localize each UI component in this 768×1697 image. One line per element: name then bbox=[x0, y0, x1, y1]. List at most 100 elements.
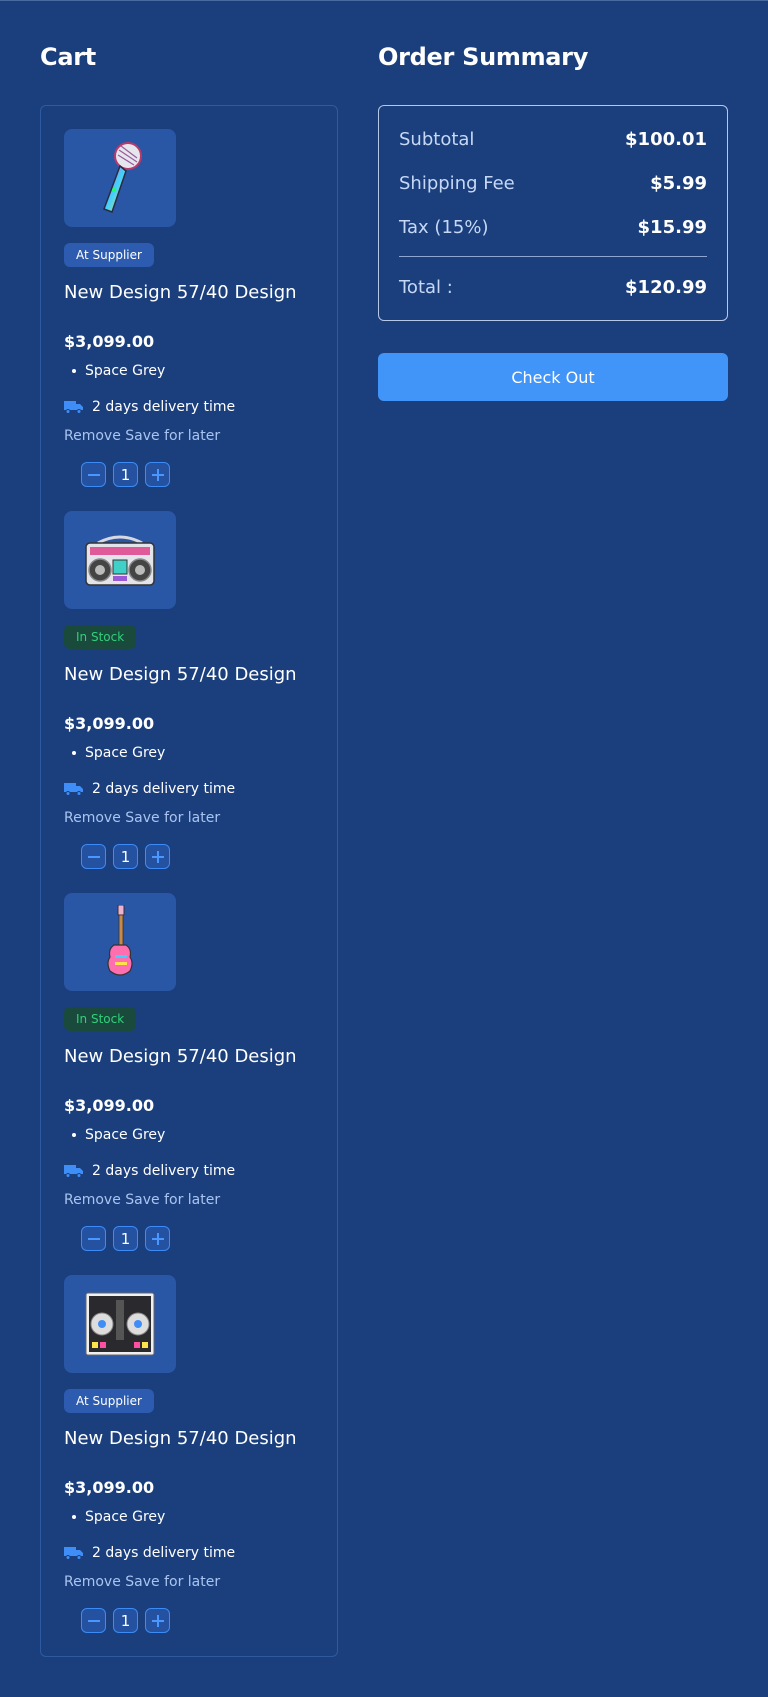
product-color-label: Space Grey bbox=[85, 363, 166, 379]
delivery-label: 2 days delivery time bbox=[92, 1545, 236, 1561]
delivery-info: 2 days delivery time bbox=[64, 1545, 235, 1561]
minus-icon bbox=[87, 473, 100, 476]
increase-quantity-button[interactable] bbox=[145, 1608, 170, 1633]
truck-icon bbox=[64, 1547, 83, 1560]
availability-badge: At Supplier bbox=[64, 243, 154, 267]
plus-icon bbox=[151, 850, 164, 863]
quantity-stepper: 1 bbox=[81, 844, 170, 869]
increase-quantity-button[interactable] bbox=[145, 844, 170, 869]
cart-item: In Stock New Design 57/40 Design $3,099.… bbox=[64, 893, 324, 1263]
total-value: $120.99 bbox=[625, 277, 707, 298]
item-actions: Remove Save for later bbox=[64, 1192, 220, 1208]
shipping-row: Shipping Fee $5.99 bbox=[399, 173, 707, 194]
bullet-icon bbox=[72, 1133, 76, 1137]
boombox-icon bbox=[85, 535, 155, 586]
order-summary-title: Order Summary bbox=[378, 43, 589, 71]
item-actions: Remove Save for later bbox=[64, 1574, 220, 1590]
total-label: Total : bbox=[399, 277, 453, 298]
cart-item: In Stock New Design 57/40 Design $3,099.… bbox=[64, 511, 324, 881]
product-color: Space Grey bbox=[72, 745, 165, 761]
increase-quantity-button[interactable] bbox=[145, 1226, 170, 1251]
cart-page: Cart Order Summary At Supplier New Desig… bbox=[0, 0, 768, 1697]
quantity-value[interactable]: 1 bbox=[113, 1226, 138, 1251]
product-color-label: Space Grey bbox=[85, 1509, 166, 1525]
product-price: $3,099.00 bbox=[64, 332, 155, 351]
cart-title: Cart bbox=[40, 43, 96, 71]
plus-icon bbox=[151, 1614, 164, 1627]
decrease-quantity-button[interactable] bbox=[81, 462, 106, 487]
decrease-quantity-button[interactable] bbox=[81, 1226, 106, 1251]
availability-badge: In Stock bbox=[64, 625, 137, 649]
product-color-label: Space Grey bbox=[85, 745, 166, 761]
shipping-value: $5.99 bbox=[650, 173, 707, 194]
product-name[interactable]: New Design 57/40 Design bbox=[64, 1046, 297, 1067]
delivery-label: 2 days delivery time bbox=[92, 1163, 236, 1179]
decrease-quantity-button[interactable] bbox=[81, 1608, 106, 1633]
delivery-label: 2 days delivery time bbox=[92, 781, 236, 797]
plus-icon bbox=[151, 468, 164, 481]
plus-icon bbox=[151, 1232, 164, 1245]
quantity-value[interactable]: 1 bbox=[113, 462, 138, 487]
product-price: $3,099.00 bbox=[64, 714, 155, 733]
summary-divider bbox=[399, 256, 707, 257]
remove-link[interactable]: Remove bbox=[64, 1192, 121, 1208]
product-image[interactable] bbox=[64, 511, 176, 609]
product-image[interactable] bbox=[64, 129, 176, 227]
product-color: Space Grey bbox=[72, 363, 165, 379]
save-for-later-link[interactable]: Save for later bbox=[125, 1192, 220, 1208]
product-price: $3,099.00 bbox=[64, 1096, 155, 1115]
product-color-label: Space Grey bbox=[85, 1127, 166, 1143]
dj-controller-icon bbox=[85, 1292, 155, 1356]
order-summary-box: Subtotal $100.01 Shipping Fee $5.99 Tax … bbox=[378, 105, 728, 321]
remove-link[interactable]: Remove bbox=[64, 428, 121, 444]
remove-link[interactable]: Remove bbox=[64, 1574, 121, 1590]
subtotal-row: Subtotal $100.01 bbox=[399, 129, 707, 150]
tax-row: Tax (15%) $15.99 bbox=[399, 217, 707, 238]
remove-link[interactable]: Remove bbox=[64, 810, 121, 826]
product-color: Space Grey bbox=[72, 1509, 165, 1525]
save-for-later-link[interactable]: Save for later bbox=[125, 428, 220, 444]
product-name[interactable]: New Design 57/40 Design bbox=[64, 1428, 297, 1449]
total-row: Total : $120.99 bbox=[399, 277, 707, 298]
checkout-button[interactable]: Check Out bbox=[378, 353, 728, 401]
truck-icon bbox=[64, 783, 83, 796]
product-price: $3,099.00 bbox=[64, 1478, 155, 1497]
microphone-icon bbox=[103, 142, 142, 213]
product-image[interactable] bbox=[64, 893, 176, 991]
save-for-later-link[interactable]: Save for later bbox=[125, 810, 220, 826]
bullet-icon bbox=[72, 751, 76, 755]
tax-label: Tax (15%) bbox=[399, 217, 489, 238]
quantity-stepper: 1 bbox=[81, 1608, 170, 1633]
cart-item: At Supplier New Design 57/40 Design $3,0… bbox=[64, 129, 324, 499]
decrease-quantity-button[interactable] bbox=[81, 844, 106, 869]
shipping-label: Shipping Fee bbox=[399, 173, 515, 194]
product-name[interactable]: New Design 57/40 Design bbox=[64, 282, 297, 303]
tax-value: $15.99 bbox=[637, 217, 707, 238]
product-name[interactable]: New Design 57/40 Design bbox=[64, 664, 297, 685]
minus-icon bbox=[87, 1237, 100, 1240]
delivery-info: 2 days delivery time bbox=[64, 1163, 235, 1179]
bullet-icon bbox=[72, 369, 76, 373]
cart-items-panel: At Supplier New Design 57/40 Design $3,0… bbox=[40, 105, 338, 1657]
truck-icon bbox=[64, 401, 83, 414]
product-color: Space Grey bbox=[72, 1127, 165, 1143]
minus-icon bbox=[87, 855, 100, 858]
product-image[interactable] bbox=[64, 1275, 176, 1373]
save-for-later-link[interactable]: Save for later bbox=[125, 1574, 220, 1590]
bullet-icon bbox=[72, 1515, 76, 1519]
increase-quantity-button[interactable] bbox=[145, 462, 170, 487]
quantity-value[interactable]: 1 bbox=[113, 1608, 138, 1633]
subtotal-label: Subtotal bbox=[399, 129, 475, 150]
delivery-info: 2 days delivery time bbox=[64, 399, 235, 415]
availability-badge: At Supplier bbox=[64, 1389, 154, 1413]
quantity-value[interactable]: 1 bbox=[113, 844, 138, 869]
quantity-stepper: 1 bbox=[81, 1226, 170, 1251]
delivery-info: 2 days delivery time bbox=[64, 781, 235, 797]
availability-badge: In Stock bbox=[64, 1007, 137, 1031]
item-actions: Remove Save for later bbox=[64, 810, 220, 826]
cart-item: At Supplier New Design 57/40 Design $3,0… bbox=[64, 1275, 324, 1645]
quantity-stepper: 1 bbox=[81, 462, 170, 487]
item-actions: Remove Save for later bbox=[64, 428, 220, 444]
delivery-label: 2 days delivery time bbox=[92, 399, 236, 415]
truck-icon bbox=[64, 1165, 83, 1178]
